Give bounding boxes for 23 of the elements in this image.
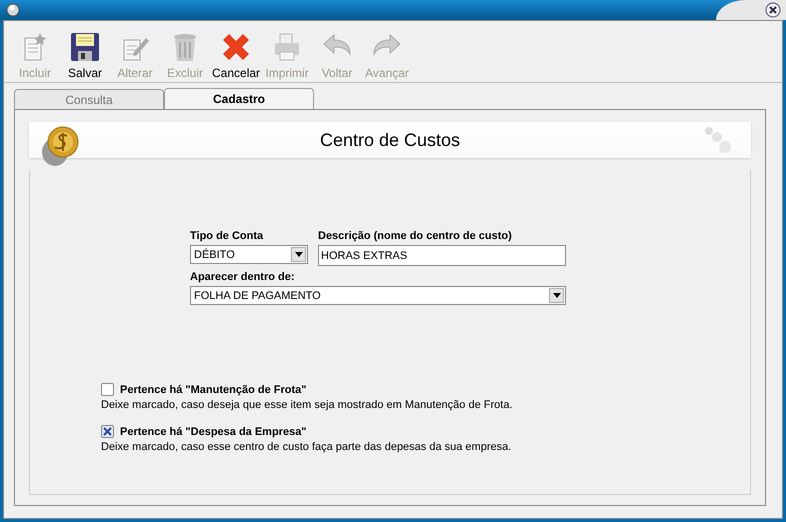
coins-icon <box>39 124 81 168</box>
close-icon[interactable] <box>765 2 781 18</box>
field-label: Aparecer dentro de: <box>190 271 296 283</box>
parent-dropdown[interactable]: FOLHA DE PAGAMENTO <box>190 286 566 305</box>
toolbar-button[interactable]: Salvar <box>60 30 110 80</box>
checkbox[interactable] <box>101 425 114 438</box>
checkbox[interactable] <box>101 383 114 396</box>
app-icon <box>6 3 20 17</box>
caret-icon <box>552 293 560 298</box>
caret-icon <box>294 252 302 257</box>
account-type-dropdown[interactable]: DÉBITO <box>190 245 308 264</box>
field-label: Descrição (nome do centro de custo) <box>318 230 513 242</box>
section-title: Centro de Custos <box>320 130 460 150</box>
field-label: Tipo de Conta <box>190 230 264 242</box>
tab[interactable]: Cadastro <box>164 88 314 109</box>
toolbar-button[interactable]: Cancelar <box>210 30 262 80</box>
dots-icon <box>703 125 733 155</box>
checkbox-label: Pertence há "Manutenção de Frota" <box>120 384 306 396</box>
hint-text: Deixe marcado, caso deseja que esse item seja mostrado em Manutenção de Frota. <box>101 399 512 411</box>
description-field[interactable]: HORAS EXTRAS <box>318 245 566 266</box>
tab[interactable]: Consulta <box>14 89 164 109</box>
checkbox-label: Pertence há "Despesa da Empresa" <box>120 426 307 438</box>
hint-text: Deixe marcado, caso esse centro de custo faça parte das depesas da sua empresa. <box>101 441 512 453</box>
